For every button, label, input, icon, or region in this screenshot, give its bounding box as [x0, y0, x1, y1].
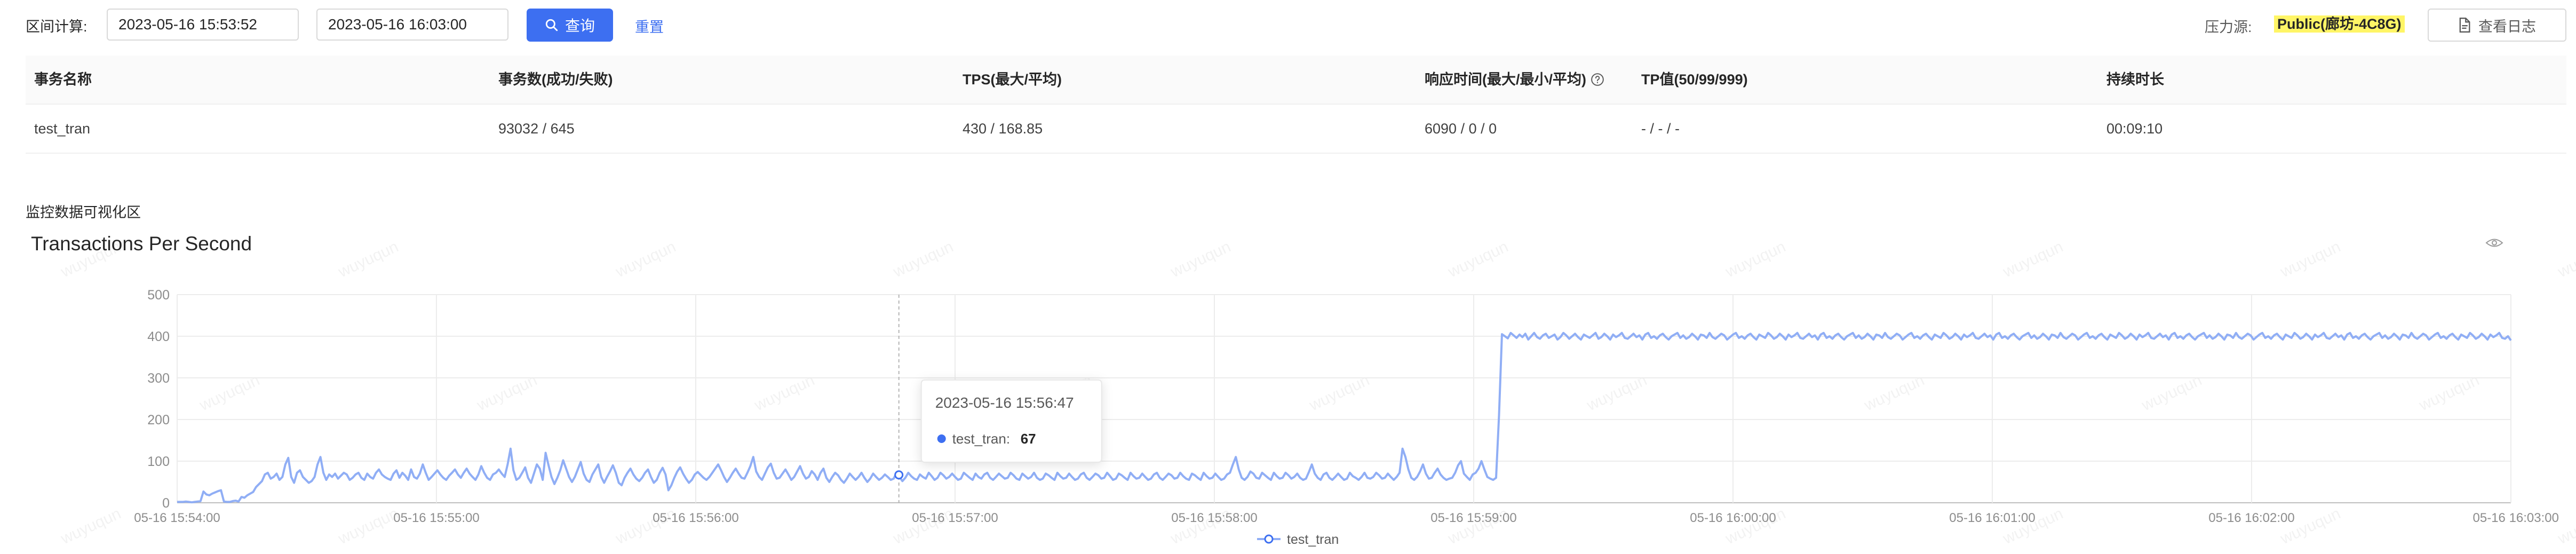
y-tick-label: 100 [147, 454, 170, 469]
y-tick-label: 200 [147, 413, 170, 428]
x-tick-label: 05-16 16:03:00 [2473, 511, 2559, 525]
x-tick-label: 05-16 15:54:00 [134, 511, 220, 525]
legend-marker [1264, 534, 1274, 544]
hover-marker [894, 470, 904, 480]
watermark-text: wuyuqun [335, 238, 401, 281]
x-tick-label: 05-16 15:58:00 [1171, 511, 1257, 525]
x-tick-label: 05-16 16:00:00 [1690, 511, 1776, 525]
y-tick-label: 0 [162, 496, 170, 511]
watermark-text: wuyuqun [58, 238, 124, 281]
watermark-text: wuyuqun [1167, 238, 1234, 281]
watermark-text: wuyuqun [2000, 238, 2066, 281]
watermark-text: wuyuqun [335, 505, 401, 548]
watermark-text: wuyuqun [613, 238, 679, 281]
x-tick-label: 05-16 16:01:00 [1949, 511, 2035, 525]
series-line-test_tran [177, 331, 2512, 504]
watermark-text: wuyuqun [2555, 238, 2576, 281]
watermark-text: wuyuqun [58, 505, 124, 548]
y-tick-label: 400 [147, 329, 170, 344]
legend-label: test_tran [1287, 532, 1339, 547]
watermark-text: wuyuqun [1445, 238, 1511, 281]
x-tick-label: 05-16 16:02:00 [2208, 511, 2294, 525]
x-tick-label: 05-16 15:59:00 [1430, 511, 1516, 525]
watermark-text: wuyuqun [2277, 238, 2343, 281]
tooltip-series-label: test_tran: [952, 431, 1010, 447]
tooltip-value: 67 [1021, 431, 1036, 447]
tooltip-box [920, 379, 1102, 463]
watermark-text: wuyuqun [1722, 238, 1788, 281]
y-tick-label: 300 [147, 371, 170, 386]
x-tick-label: 05-16 15:56:00 [653, 511, 738, 525]
x-tick-label: 05-16 15:57:00 [912, 511, 998, 525]
x-tick-label: 05-16 15:55:00 [393, 511, 479, 525]
watermark-text: wuyuqun [890, 238, 956, 281]
tooltip-time: 2023-05-16 15:56:47 [935, 394, 1074, 411]
y-tick-label: 500 [147, 288, 170, 303]
tps-chart: wuyuqun wuyuqun wuyuqun wuyuqun wuyuqun wuyuq… [58, 238, 2576, 548]
tooltip-dot [937, 434, 946, 443]
